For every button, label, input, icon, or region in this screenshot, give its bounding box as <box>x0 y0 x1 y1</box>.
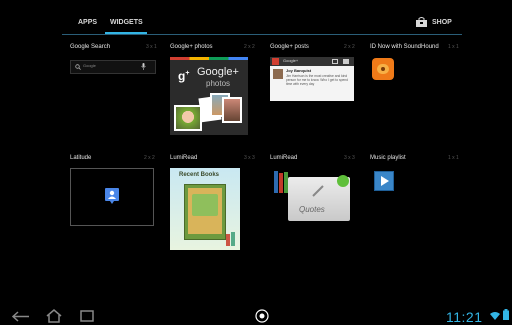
search-hint: Google <box>83 63 96 68</box>
tab-apps[interactable]: APPS <box>78 19 97 26</box>
widget-size: 3 x 3 <box>244 155 255 161</box>
pencil-icon <box>312 185 324 197</box>
widget-google-search[interactable]: Google Search 3 x 1 Google <box>70 44 158 139</box>
search-icon <box>75 64 81 70</box>
sync-icon <box>337 175 349 187</box>
widget-title: Music playlist <box>370 155 406 161</box>
posts-header: Google+ <box>270 57 354 66</box>
widget-title: LumiRead <box>270 155 298 161</box>
status-clock[interactable]: 11:21 <box>446 309 483 325</box>
widget-id-now-soundhound[interactable]: ID Now with SoundHound 1 x 1 <box>370 44 462 139</box>
recent-books-banner: Recent Books <box>179 172 220 178</box>
system-navigation-bar <box>0 305 512 325</box>
widget-music-playlist[interactable]: Music playlist 1 x 1 <box>370 155 462 250</box>
search-bar-preview: Google <box>70 60 156 74</box>
widget-title: Google Search <box>70 44 111 50</box>
widget-lumiread-quotes[interactable]: LumiRead 3 x 3 Quotes <box>270 155 358 250</box>
widget-size: 1 x 1 <box>448 155 459 161</box>
widget-title: Latitude <box>70 155 92 161</box>
photo-thumbnail <box>222 97 242 123</box>
compose-icon <box>343 59 349 64</box>
widget-title: Google+ posts <box>270 44 309 50</box>
shop-button[interactable]: SHOP <box>432 19 452 26</box>
posts-preview: Google+ Joy Banquist Jim Harrison is the… <box>270 57 354 101</box>
widget-size: 2 x 2 <box>344 44 355 50</box>
widget-title: LumiRead <box>170 155 198 161</box>
widget-size: 1 x 1 <box>448 44 459 50</box>
photos-brand: Google+ <box>197 66 239 78</box>
recent-books-preview: Recent Books <box>170 168 240 250</box>
photos-preview: g+ Google+ photos <box>170 57 248 135</box>
widget-google-plus-photos[interactable]: Google+ photos 2 x 2 g+ Google+ photos <box>170 44 258 139</box>
photo-thumbnail <box>174 105 202 131</box>
book-spine <box>274 171 278 193</box>
widget-size: 3 x 1 <box>146 44 157 50</box>
widget-size: 2 x 2 <box>244 44 255 50</box>
color-strip <box>170 57 248 60</box>
back-icon[interactable] <box>12 311 30 322</box>
widget-size: 2 x 2 <box>144 155 155 161</box>
shop-bag-icon[interactable] <box>416 17 427 27</box>
post-author: Joy Banquist <box>286 68 312 73</box>
home-icon[interactable] <box>46 309 62 323</box>
widget-latitude[interactable]: Latitude 2 x 2 <box>70 155 158 250</box>
widget-google-plus-posts[interactable]: Google+ posts 2 x 2 Google+ Joy Banquist… <box>270 44 358 139</box>
g-plus-logo-icon: g+ <box>178 69 190 83</box>
photos-subtitle: photos <box>206 79 231 88</box>
widget-tab-bar: APPS WIDGETS SHOP <box>0 0 512 38</box>
quotes-banner: Quotes <box>299 205 325 214</box>
soundhound-icon <box>372 58 394 80</box>
location-pin-icon <box>105 188 119 204</box>
tab-widgets[interactable]: WIDGETS <box>110 19 143 26</box>
wifi-icon <box>490 312 500 320</box>
battery-icon <box>503 309 509 320</box>
camera-icon <box>332 59 338 64</box>
post-snippet: Jim Harrison is the most creative and ki… <box>286 74 348 86</box>
book-spine <box>284 172 288 193</box>
widget-lumiread-recent-books[interactable]: LumiRead 3 x 3 Recent Books <box>170 155 258 255</box>
recent-apps-icon[interactable] <box>80 310 94 322</box>
book-spine <box>279 173 283 193</box>
tab-divider <box>62 34 462 35</box>
avatar <box>273 69 283 79</box>
all-apps-icon[interactable] <box>255 309 269 323</box>
widget-title: ID Now with SoundHound <box>370 44 439 50</box>
latitude-preview <box>70 168 154 226</box>
microphone-icon <box>141 63 146 70</box>
posts-header-label: Google+ <box>283 58 299 63</box>
g-plus-logo-icon <box>272 58 279 65</box>
play-icon <box>374 171 394 191</box>
widget-size: 3 x 3 <box>344 155 355 161</box>
widget-title: Google+ photos <box>170 44 213 50</box>
